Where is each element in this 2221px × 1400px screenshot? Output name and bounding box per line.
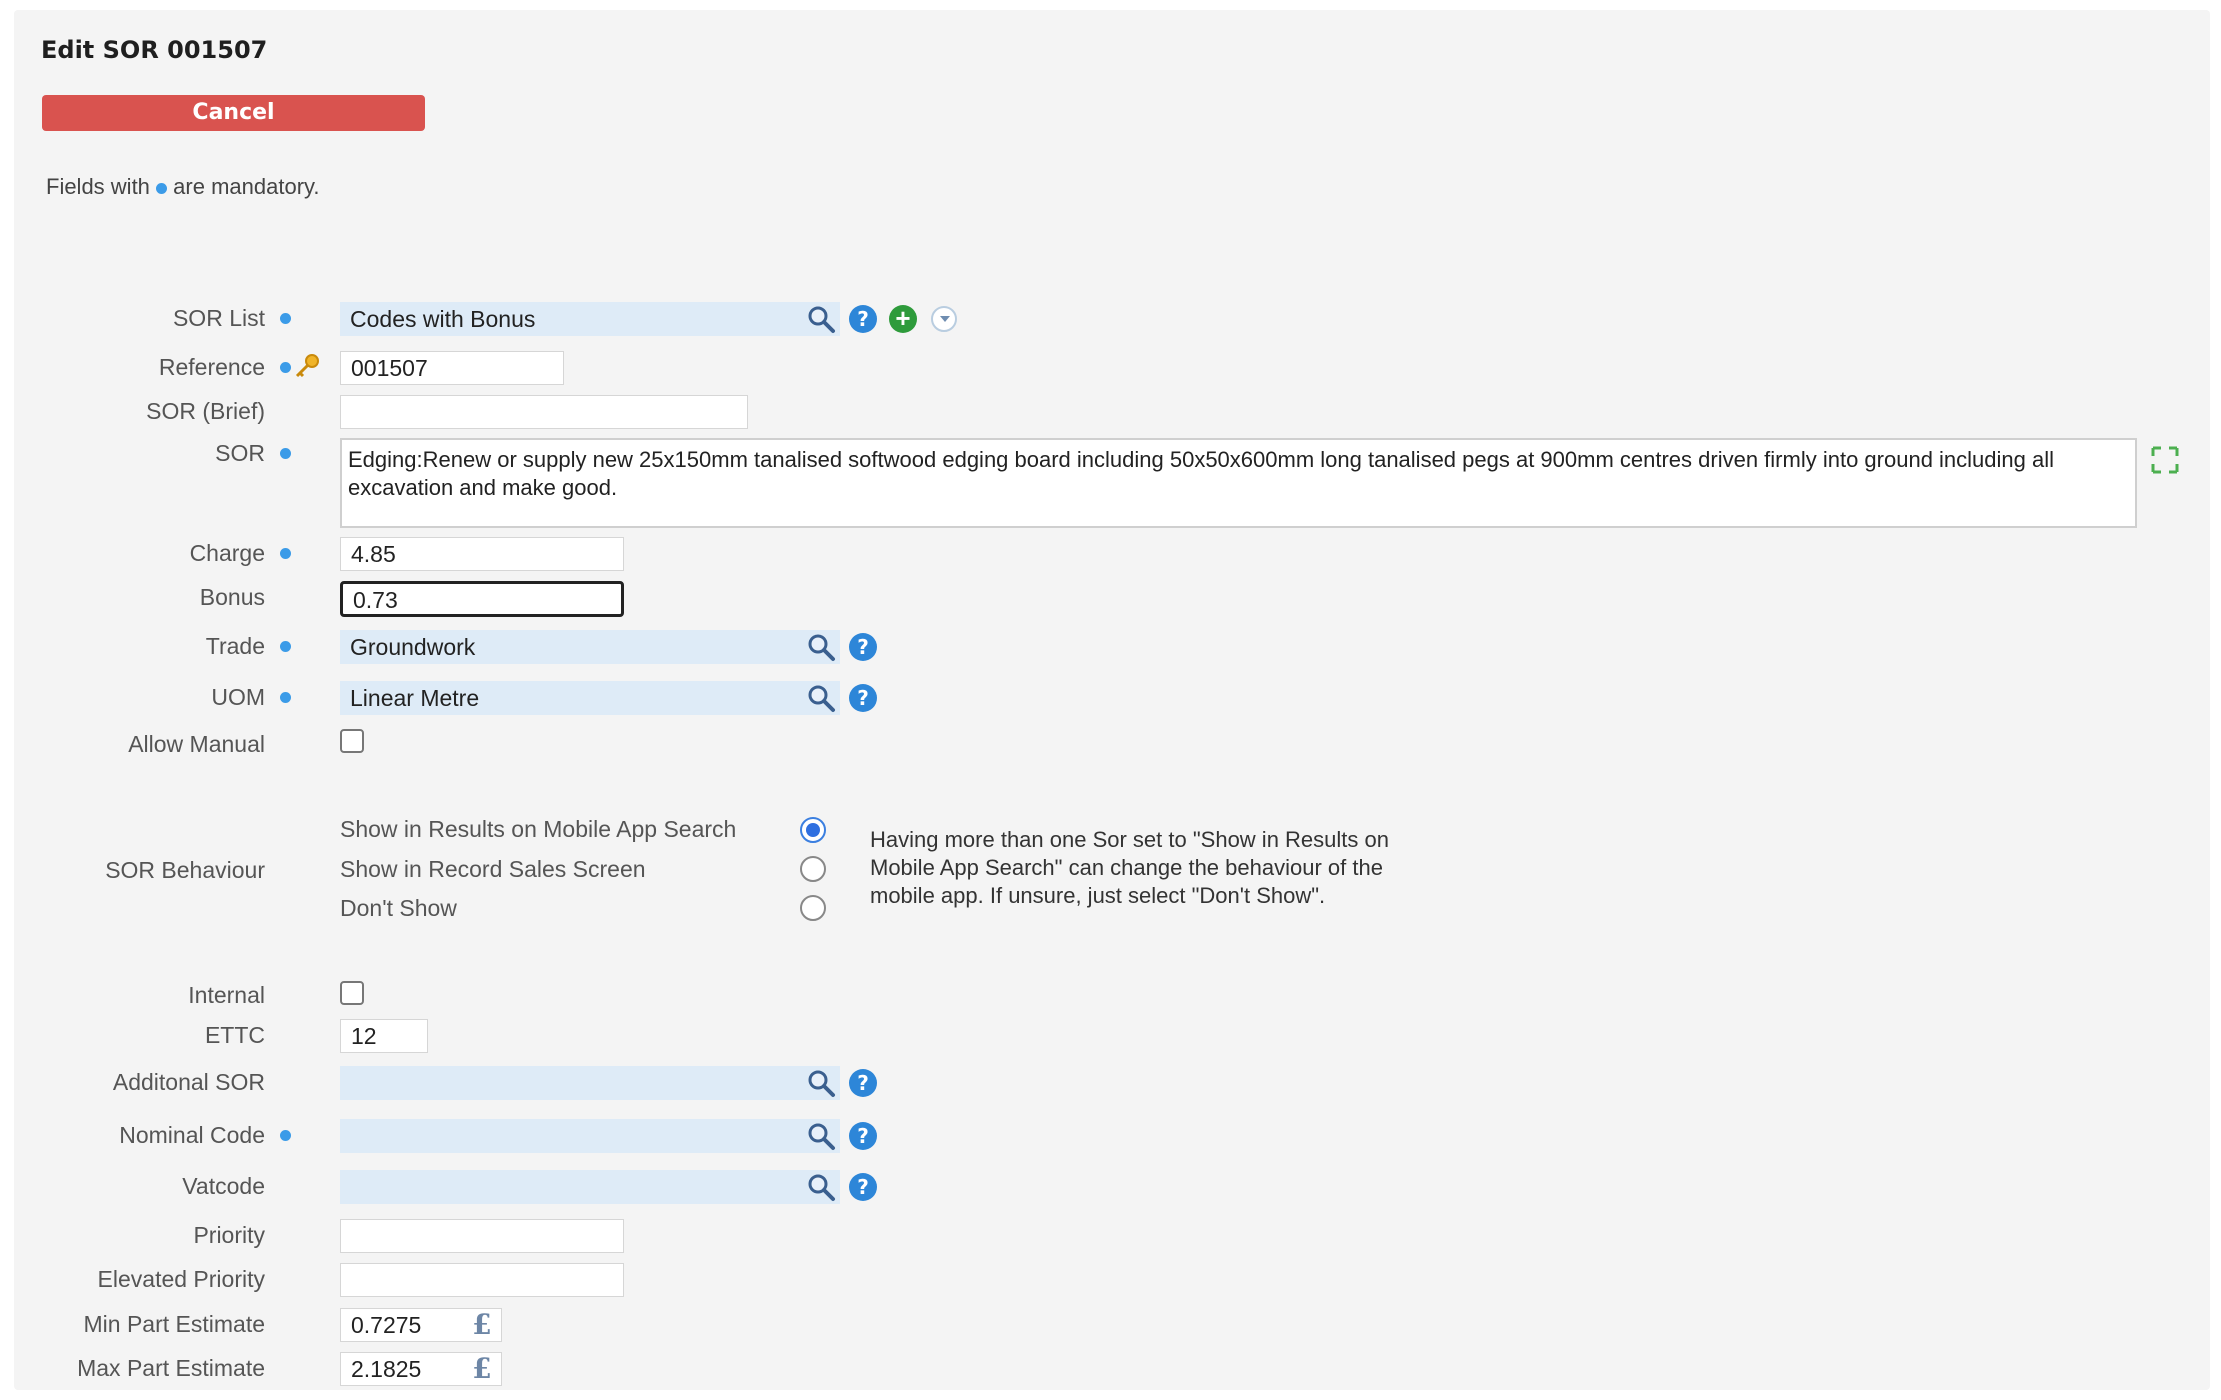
- search-icon[interactable]: [806, 1121, 836, 1151]
- mandatory-dot-icon: [280, 641, 291, 652]
- search-icon[interactable]: [806, 632, 836, 662]
- sor-list-label: SOR List: [172, 305, 291, 332]
- mandatory-dot-icon: [280, 313, 291, 324]
- sor-list-label-text: SOR List: [172, 305, 265, 331]
- page-title: Edit SOR 001507: [41, 36, 268, 64]
- behaviour-radio-record-sales[interactable]: [800, 856, 826, 882]
- priority-input[interactable]: [340, 1219, 624, 1253]
- mandatory-dot-icon: [280, 1130, 291, 1141]
- max-part-estimate-label: Max Part Estimate: [77, 1355, 265, 1381]
- behaviour-option-mobile-search: Show in Results on Mobile App Search: [340, 816, 737, 842]
- help-icon[interactable]: ?: [849, 1173, 877, 1201]
- expand-icon[interactable]: [2150, 445, 2180, 475]
- mandatory-note: Fields with are mandatory.: [46, 174, 320, 200]
- sor-textarea[interactable]: Edging:Renew or supply new 25x150mm tana…: [340, 438, 2137, 528]
- search-icon[interactable]: [806, 683, 836, 713]
- nominal-code-label: Nominal Code: [119, 1122, 291, 1149]
- search-icon[interactable]: [806, 1068, 836, 1098]
- mandatory-dot-icon: [156, 182, 168, 194]
- priority-label: Priority: [193, 1222, 265, 1248]
- allow-manual-checkbox[interactable]: [340, 729, 364, 753]
- elevated-priority-label: Elevated Priority: [97, 1266, 265, 1292]
- sor-label-text: SOR: [215, 440, 265, 466]
- search-icon[interactable]: [806, 304, 836, 334]
- reference-label: Reference: [158, 354, 291, 381]
- additional-sor-field[interactable]: [340, 1066, 840, 1100]
- search-icon[interactable]: [806, 1172, 836, 1202]
- mandatory-note-prefix: Fields with: [46, 174, 150, 199]
- bonus-label: Bonus: [199, 584, 265, 610]
- charge-label: Charge: [189, 540, 291, 567]
- reference-label-text: Reference: [158, 354, 265, 380]
- ettc-input[interactable]: 12: [340, 1019, 428, 1053]
- mandatory-dot-icon: [280, 692, 291, 703]
- uom-label-text: UOM: [211, 684, 265, 710]
- vatcode-field[interactable]: [340, 1170, 840, 1204]
- reference-input[interactable]: 001507: [340, 351, 564, 385]
- behaviour-note: Having more than one Sor set to "Show in…: [870, 827, 1389, 908]
- allow-manual-label: Allow Manual: [128, 731, 265, 757]
- uom-label: UOM: [211, 684, 291, 711]
- behaviour-radio-dont-show[interactable]: [800, 895, 826, 921]
- mandatory-dot-icon: [280, 362, 291, 373]
- behaviour-option-record-sales: Show in Record Sales Screen: [340, 856, 646, 882]
- sor-brief-label: SOR (Brief): [146, 398, 265, 424]
- bonus-input[interactable]: 0.73: [340, 581, 624, 617]
- nominal-code-field[interactable]: [340, 1119, 840, 1153]
- add-icon[interactable]: +: [889, 305, 917, 333]
- key-icon: [295, 354, 319, 378]
- sor-brief-input[interactable]: [340, 395, 748, 429]
- help-icon[interactable]: ?: [849, 1122, 877, 1150]
- vatcode-label: Vatcode: [182, 1173, 265, 1199]
- sor-label: SOR: [215, 440, 291, 467]
- mandatory-dot-icon: [280, 548, 291, 559]
- behaviour-option-dont-show: Don't Show: [340, 895, 457, 921]
- charge-input[interactable]: 4.85: [340, 537, 624, 571]
- help-icon[interactable]: ?: [849, 633, 877, 661]
- charge-label-text: Charge: [189, 540, 265, 566]
- cancel-button[interactable]: Cancel: [42, 95, 425, 131]
- nominal-code-label-text: Nominal Code: [119, 1122, 265, 1148]
- pound-icon: £: [472, 1352, 492, 1385]
- elevated-priority-input[interactable]: [340, 1263, 624, 1297]
- sor-list-field[interactable]: Codes with Bonus: [340, 302, 840, 336]
- internal-checkbox[interactable]: [340, 981, 364, 1005]
- internal-label: Internal: [188, 982, 265, 1008]
- trade-label: Trade: [205, 633, 291, 660]
- trade-field[interactable]: Groundwork: [340, 630, 840, 664]
- ettc-label: ETTC: [204, 1022, 265, 1048]
- pound-icon: £: [472, 1308, 492, 1341]
- uom-field[interactable]: Linear Metre: [340, 681, 840, 715]
- trade-label-text: Trade: [205, 633, 265, 659]
- sor-behaviour-label: SOR Behaviour: [105, 857, 265, 883]
- mandatory-dot-icon: [280, 448, 291, 459]
- behaviour-radio-mobile-search[interactable]: [800, 817, 826, 843]
- additional-sor-label: Additonal SOR: [112, 1069, 265, 1095]
- min-part-estimate-label: Min Part Estimate: [83, 1311, 266, 1337]
- dropdown-icon[interactable]: [931, 306, 957, 332]
- help-icon[interactable]: ?: [849, 1069, 877, 1097]
- mandatory-note-suffix: are mandatory.: [173, 174, 320, 199]
- help-icon[interactable]: ?: [849, 684, 877, 712]
- help-icon[interactable]: ?: [849, 305, 877, 333]
